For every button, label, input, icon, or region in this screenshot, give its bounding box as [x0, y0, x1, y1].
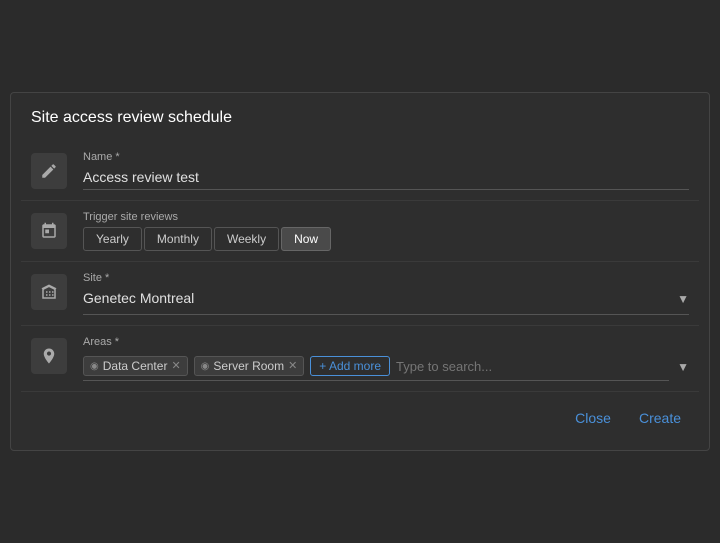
trigger-buttons: Yearly Monthly Weekly Now	[83, 227, 689, 251]
area-tag-server-room-label: Server Room	[213, 359, 284, 373]
create-button[interactable]: Create	[631, 406, 689, 430]
name-field-content: Name *	[83, 151, 689, 190]
close-button[interactable]: Close	[567, 406, 619, 430]
area-tag-data-center: ◉ Data Center ✕	[83, 356, 188, 376]
name-row: Name *	[21, 141, 699, 201]
location-icon	[40, 347, 58, 365]
calendar-icon	[40, 222, 58, 240]
area-tag-data-center-label: Data Center	[103, 359, 168, 373]
dialog-footer: Close Create	[11, 392, 709, 430]
edit-icon-container	[31, 153, 67, 189]
dialog: Site access review schedule Name * Tr	[10, 92, 710, 451]
site-field-inner: Genetec Montreal ▼	[83, 288, 689, 315]
calendar-icon-container	[31, 213, 67, 249]
trigger-btn-now[interactable]: Now	[281, 227, 331, 251]
areas-field-content: Areas * ◉ Data Center ✕ ◉ Server Room ✕	[83, 336, 689, 381]
form-rows: Name * Trigger site reviews Yearly Month…	[11, 141, 709, 392]
trigger-btn-yearly[interactable]: Yearly	[83, 227, 142, 251]
trigger-btn-monthly[interactable]: Monthly	[144, 227, 212, 251]
location-icon-container	[31, 338, 67, 374]
building-icon	[40, 283, 58, 301]
trigger-label: Trigger site reviews	[83, 211, 689, 223]
edit-icon	[40, 162, 58, 180]
area-tag-server-room: ◉ Server Room ✕	[194, 356, 305, 376]
site-row: Site * Genetec Montreal ▼	[21, 262, 699, 326]
site-label: Site *	[83, 272, 689, 284]
areas-label: Areas *	[83, 336, 689, 348]
area-tag-server-room-icon: ◉	[201, 361, 210, 372]
area-tag-data-center-remove[interactable]: ✕	[171, 361, 180, 372]
dialog-title: Site access review schedule	[11, 93, 709, 141]
areas-dropdown-arrow[interactable]: ▼	[677, 360, 689, 374]
building-icon-container	[31, 274, 67, 310]
area-tag-data-center-icon: ◉	[90, 361, 99, 372]
areas-search-input[interactable]	[396, 359, 669, 374]
site-field-content: Site * Genetec Montreal ▼	[83, 272, 689, 315]
trigger-field-content: Trigger site reviews Yearly Monthly Week…	[83, 211, 689, 251]
name-input[interactable]	[83, 167, 689, 190]
add-more-button[interactable]: + Add more	[310, 356, 390, 376]
areas-row-inner: ◉ Data Center ✕ ◉ Server Room ✕ + Add mo…	[83, 352, 689, 381]
site-dropdown-arrow[interactable]: ▼	[677, 292, 689, 306]
areas-row: Areas * ◉ Data Center ✕ ◉ Server Room ✕	[21, 326, 699, 392]
trigger-row: Trigger site reviews Yearly Monthly Week…	[21, 201, 699, 262]
site-value: Genetec Montreal	[83, 288, 194, 310]
name-label: Name *	[83, 151, 689, 163]
area-tag-server-room-remove[interactable]: ✕	[288, 361, 297, 372]
trigger-btn-weekly[interactable]: Weekly	[214, 227, 279, 251]
areas-container: ◉ Data Center ✕ ◉ Server Room ✕ + Add mo…	[83, 352, 669, 381]
